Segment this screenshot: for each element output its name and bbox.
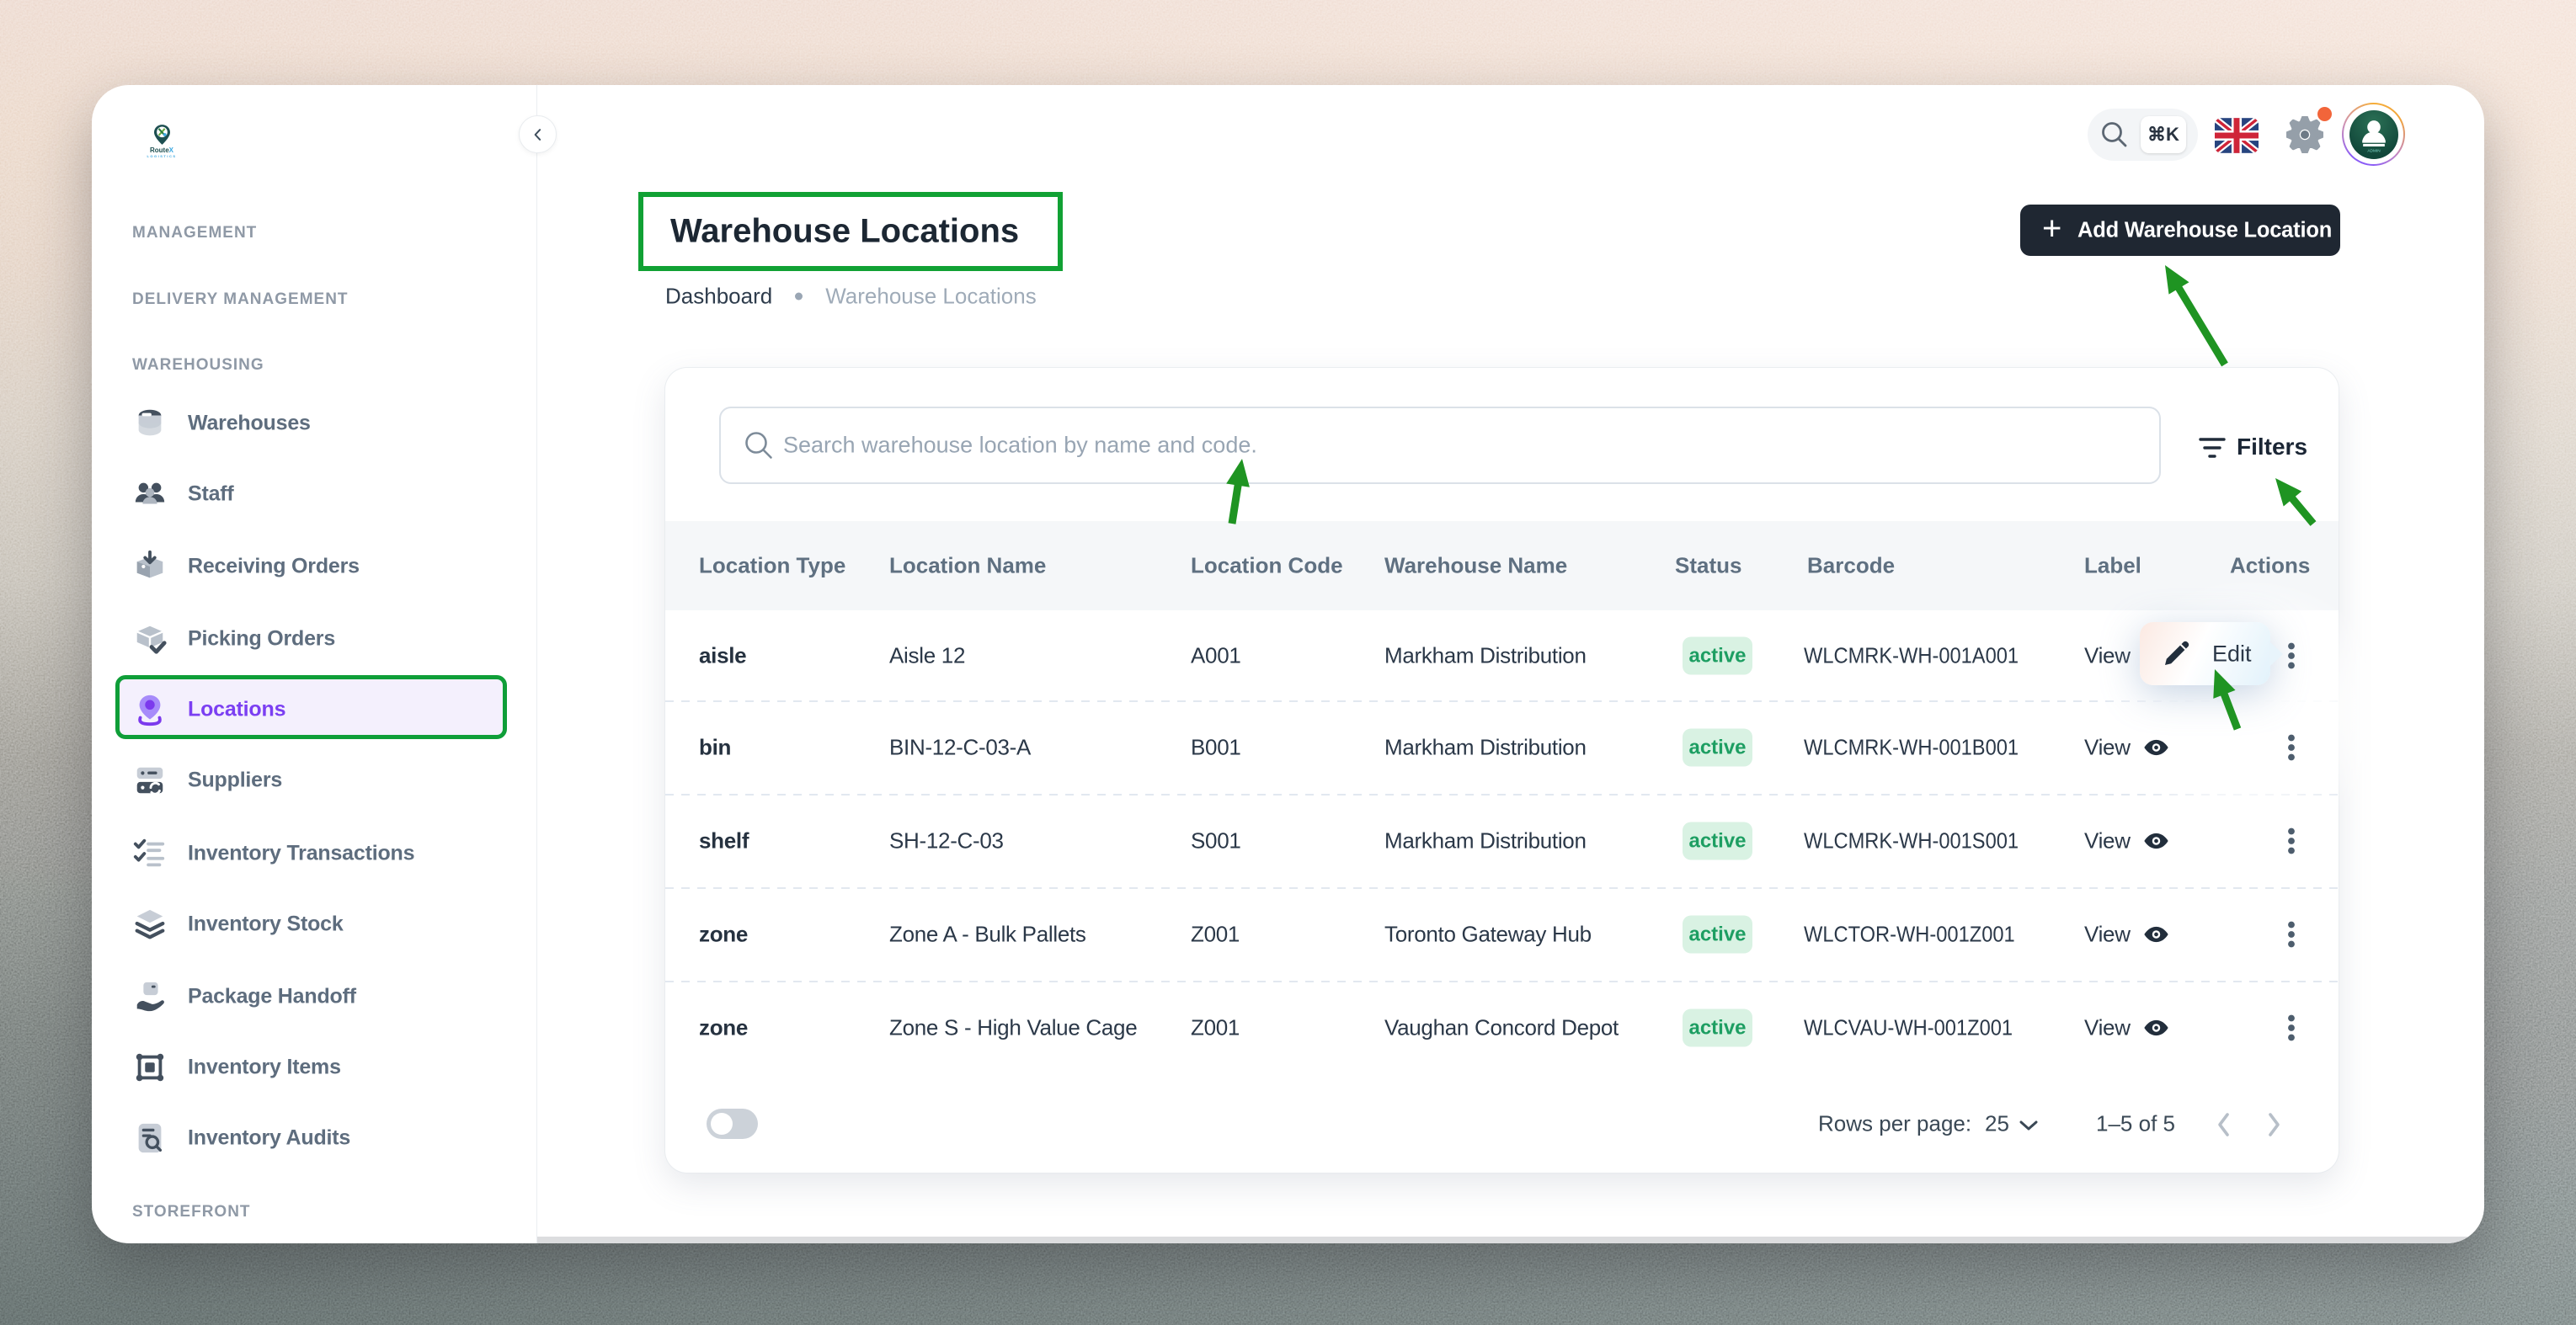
svg-text:ADMIN: ADMIN bbox=[2367, 148, 2381, 153]
